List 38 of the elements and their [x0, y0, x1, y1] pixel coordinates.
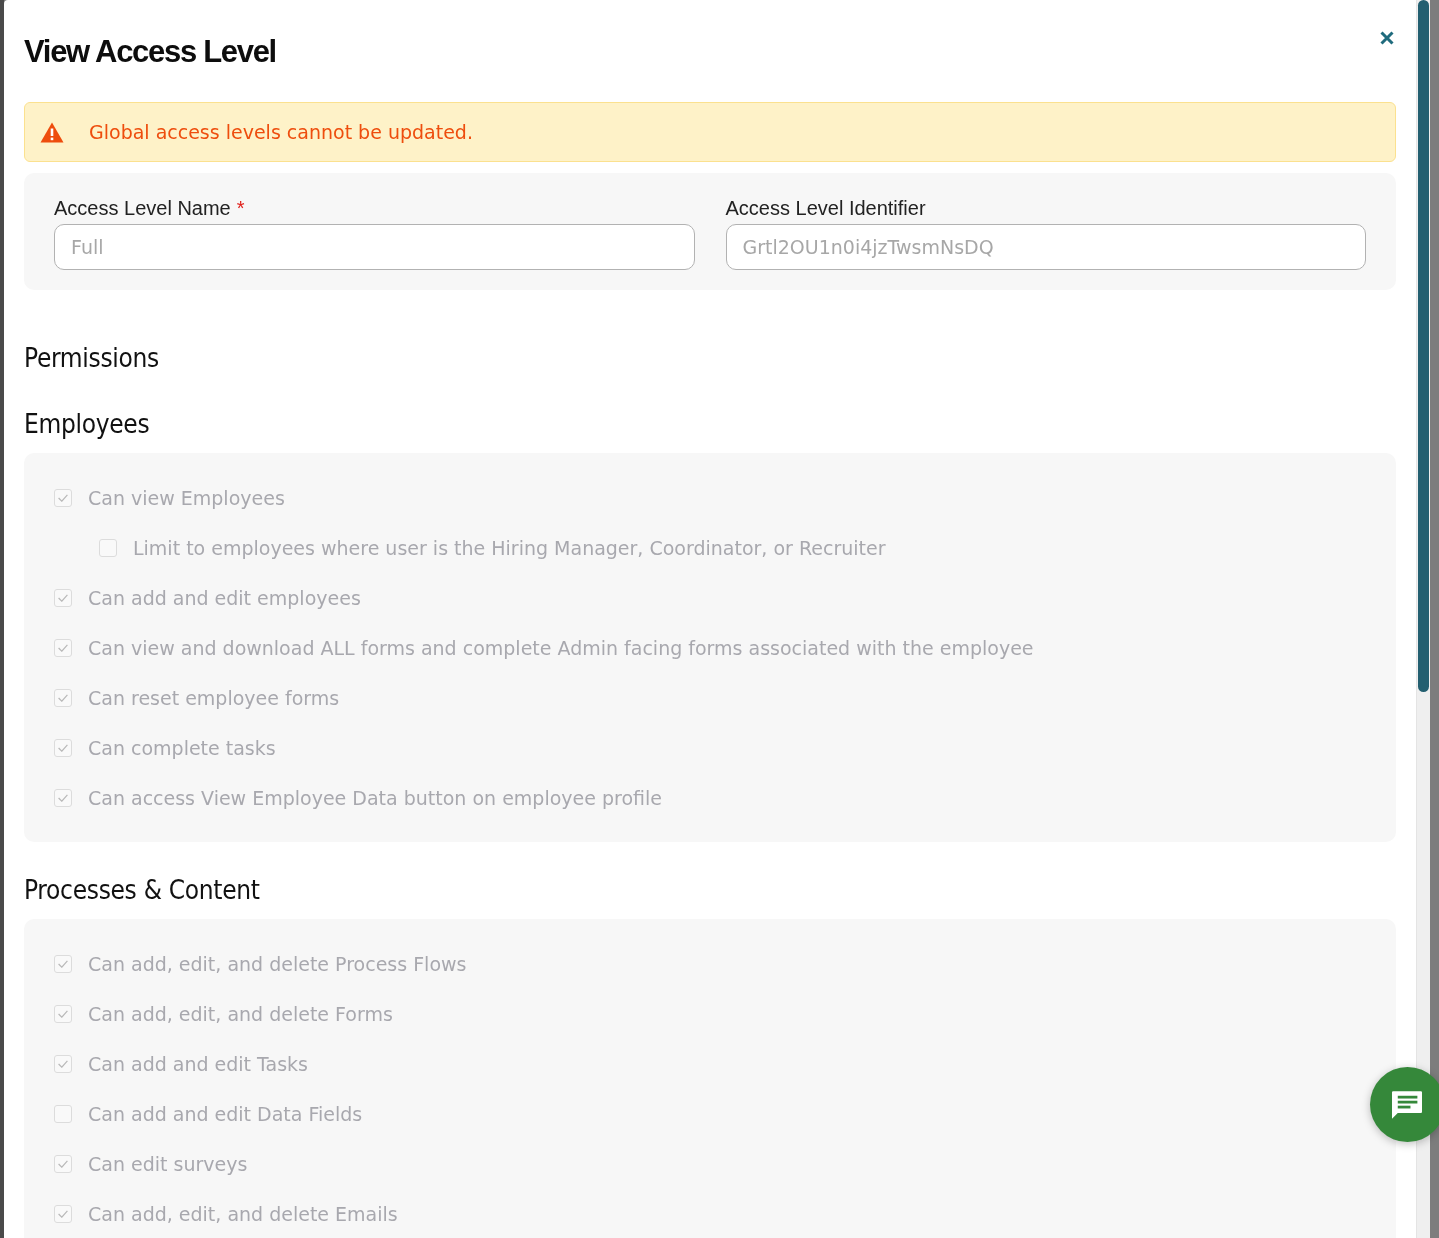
permission-label: Can add and edit Data Fields [88, 1103, 363, 1125]
alert-message: Global access levels cannot be updated. [89, 121, 473, 143]
check-icon [58, 644, 68, 652]
check-icon [58, 594, 68, 602]
check-icon [58, 694, 68, 702]
warning-icon [40, 121, 64, 143]
permission-label: Can access View Employee Data button on employee profile [88, 787, 662, 809]
close-button[interactable] [1380, 31, 1394, 45]
permission-label: Can add, edit, and delete Emails [88, 1203, 398, 1225]
permission-label: Can view and download ALL forms and complete Admin facing forms associated with the employee [88, 637, 1034, 659]
field-label: Access Level Name [54, 197, 231, 219]
chat-icon [1392, 1089, 1422, 1120]
permission-label: Can add, edit, and delete Forms [88, 1003, 393, 1025]
permission-label: Limit to employees where user is the Hiring Manager, Coordinator, or Recruiter [133, 537, 886, 559]
section-heading: Employees [24, 408, 151, 440]
check-icon [58, 1210, 68, 1218]
check-icon [58, 1060, 68, 1068]
check-icon [58, 744, 68, 752]
scrollbar-thumb[interactable] [1418, 0, 1429, 692]
required-marker: * [236, 197, 245, 219]
permission-label: Can edit surveys [88, 1153, 248, 1175]
section-heading: Processes & Content [24, 874, 261, 906]
check-icon [58, 494, 68, 502]
check-icon [58, 794, 68, 802]
scrollbar-track[interactable] [1416, 0, 1430, 1238]
permission-label: Can add and edit Tasks [88, 1053, 308, 1075]
permission-label: Can add, edit, and delete Process Flows [88, 953, 467, 975]
field-label: Access Level Identifier [725, 197, 926, 219]
dialog-title: View Access Level [24, 33, 276, 71]
check-icon [58, 1160, 68, 1168]
close-icon [1380, 31, 1394, 45]
section-heading: Permissions [24, 342, 160, 374]
check-icon [58, 960, 68, 968]
permission-label: Can reset employee forms [88, 687, 340, 709]
permission-label: Can complete tasks [88, 737, 276, 759]
check-icon [58, 1010, 68, 1018]
permission-label: Can view Employees [88, 487, 285, 509]
permission-label: Can add and edit employees [88, 587, 361, 609]
